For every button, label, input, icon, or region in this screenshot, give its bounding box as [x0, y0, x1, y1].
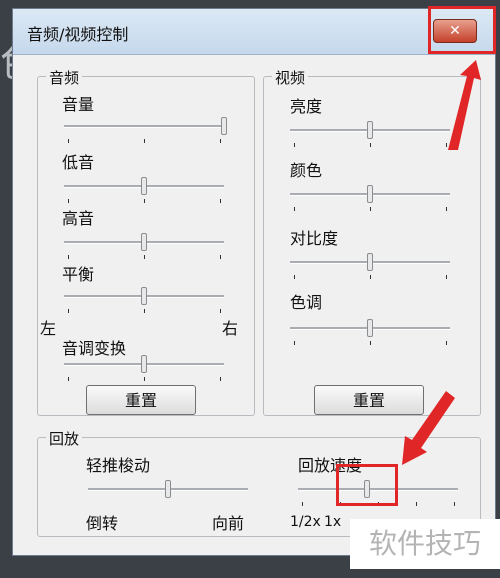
watermark: 软件技巧	[350, 519, 500, 569]
annotation-arrow-icon	[402, 60, 481, 465]
